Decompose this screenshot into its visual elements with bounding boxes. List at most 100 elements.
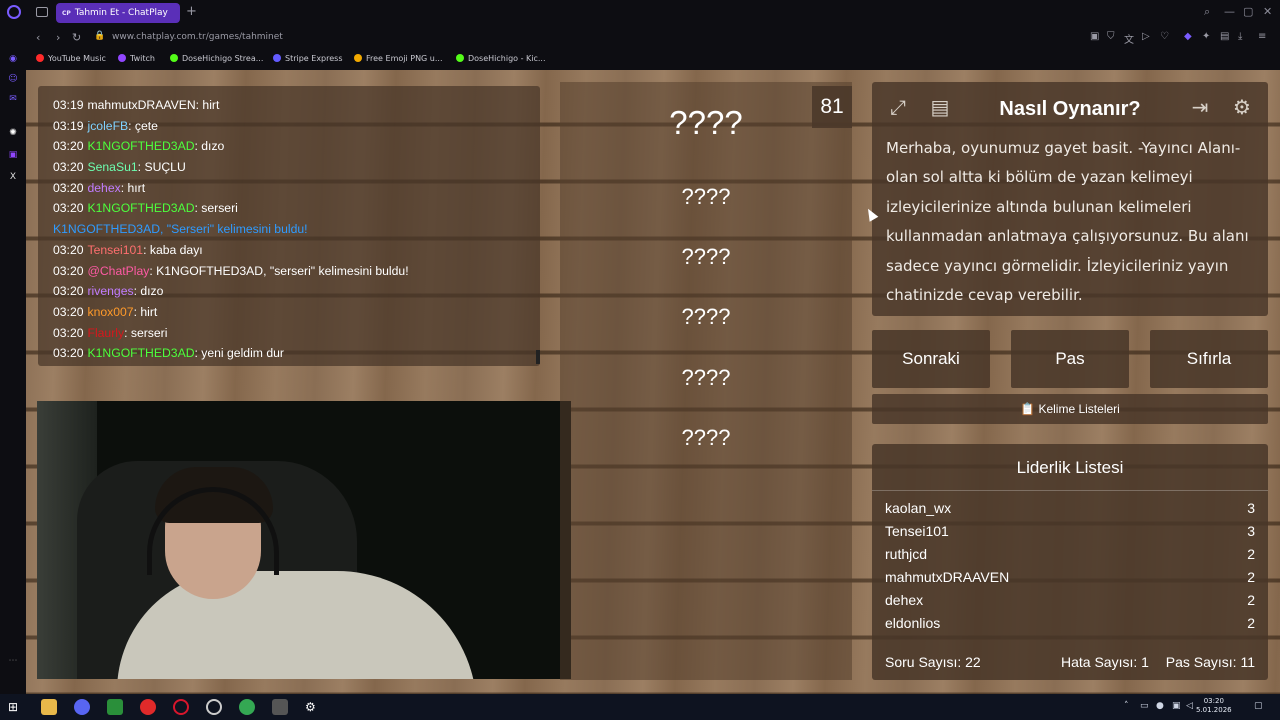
leaderboard-row: Tensei101 3 [885,523,1255,546]
search-icon[interactable]: ⌕ [1204,5,1210,19]
emoji-icon [354,54,362,62]
tray-mic-icon[interactable]: ● [1156,701,1164,711]
lock-icon: 🔒 [94,31,106,41]
opera-logo-icon[interactable] [7,5,21,19]
sidebar-person-icon[interactable]: ☺ [7,74,19,86]
translate-icon[interactable]: 文 [1124,31,1134,46]
webcam-feed [37,401,571,679]
chat-text: kaba dayı [149,242,203,257]
leaderboard-score: 2 [1247,569,1255,586]
bookmark-free-emoji[interactable]: Free Emoji PNG u... [354,54,443,63]
taskbar-clock[interactable]: 03:20 5.01.2026 [1196,697,1232,715]
chat-username[interactable]: jcoleFB [88,119,129,133]
file-explorer-icon[interactable] [41,699,57,715]
sidebar-settings-icon[interactable]: ⋯ [7,656,19,668]
chrome-icon[interactable] [239,699,255,715]
chat-list: 03:19 mahmutxDRAAVEN: hirt 03:19 jcoleFB: ç… [53,98,533,366]
settings-gear-icon[interactable]: ⚙ [1226,92,1258,124]
opera-gx-icon[interactable] [173,699,189,715]
windows-start-icon[interactable]: ⊞ [8,699,24,715]
error-count: Hata Sayısı: 1 [1061,654,1149,670]
chat-username[interactable]: K1NGOFTHED3AD, "Serseri" kelimesini buld… [53,222,308,236]
chat-text: yeni geldim dur [201,346,284,361]
chat-username[interactable]: K1NGOFTHED3AD [88,201,195,215]
stripe-icon [273,54,281,62]
browser-tab-bar: CP Tahmin Et - ChatPlay + ⌕ — ▢ ✕ [0,0,1280,26]
word-lists-button[interactable]: 📋 Kelime Listeleri [872,394,1268,424]
chat-username[interactable]: Tensei101 [88,243,144,257]
chat-timestamp: 03:20 [53,180,84,195]
bookmark-stripe-express[interactable]: Stripe Express [273,54,343,63]
aria-icon[interactable]: ◆ [1184,31,1192,42]
chat-message: 03:20 dehex: hırt [53,181,533,202]
steam-icon[interactable] [206,699,222,715]
next-button[interactable]: Sonraki [872,330,990,388]
bookmark-dosehichigo-kick[interactable]: DoseHichigo - Kic... [456,54,546,63]
chat-username[interactable]: K1NGOFTHED3AD [88,139,195,153]
sidebar-x-icon[interactable]: X [7,172,19,184]
leaderboard-row: dehex 2 [885,592,1255,615]
tray-volume-icon[interactable]: ◁ [1186,701,1193,711]
reset-button[interactable]: Sıfırla [1150,330,1268,388]
chat-timestamp: 03:20 [53,201,84,216]
extensions-icon[interactable]: ✦ [1202,31,1210,42]
bookmark-twitch[interactable]: Twitch [118,54,155,63]
player-icon[interactable]: ▷ [1142,31,1150,42]
chat-message: 03:20 @ChatPlay: K1NGOFTHED3AD, "serseri"… [53,264,533,285]
chat-message: 03:19 jcoleFB: çete [53,119,533,140]
word-lists-label: Kelime Listeleri [1038,402,1120,416]
tab-title: Tahmin Et - ChatPlay [74,8,168,18]
chat-username[interactable]: @ChatPlay [88,264,150,278]
new-tab-icon[interactable]: + [186,4,197,19]
word-panel: 81 ???? ???? ???? ???? ???? ???? [560,82,852,680]
chat-username[interactable]: rivenges [88,284,134,298]
heart-icon[interactable]: ♡ [1160,31,1169,42]
back-icon[interactable]: ‹ [36,31,40,44]
shield-icon[interactable]: ⛉ [1107,31,1115,42]
chat-username[interactable]: mahmutxDRAAVEN [88,98,196,112]
obs-icon[interactable] [107,699,123,715]
sidebar-messenger-icon[interactable]: ✉ [7,94,19,106]
browser-tab-active[interactable]: CP Tahmin Et - ChatPlay [56,3,180,23]
chat-message: 03:20 K1NGOFTHED3AD: dızo [53,139,533,160]
chat-timestamp: 03:20 [53,284,84,299]
chat-username[interactable]: SenaSu1 [88,160,138,174]
tray-network-icon[interactable]: ▣ [1172,701,1181,711]
chat-box: 03:19 mahmutxDRAAVEN: hirt 03:19 jcoleFB: ç… [38,86,540,366]
pass-count: Pas Sayısı: 11 [1165,654,1255,670]
tray-battery-icon[interactable]: ▭ [1140,701,1149,711]
chat-username[interactable]: dehex [88,181,121,195]
close-icon[interactable]: ✕ [1263,5,1272,18]
url-field[interactable]: www.chatplay.com.tr/games/tahminet [112,32,283,42]
sidebar-twitch-icon[interactable]: ▣ [7,150,19,162]
bookmark-youtube-music[interactable]: YouTube Music [36,54,106,63]
bookmarks-bar: YouTube Music Twitch DoseHichigo Strea..… [26,50,1280,70]
discord-icon[interactable] [74,699,90,715]
download-icon[interactable]: ⤓ [1238,31,1242,42]
chat-scrollbar[interactable] [536,350,540,364]
media-player-icon[interactable] [140,699,156,715]
wallet-icon[interactable]: ▤ [1220,31,1229,42]
pass-button[interactable]: Pas [1011,330,1129,388]
chat-message: 03:20 SenaSu1: SUÇLU [53,160,533,181]
notifications-icon[interactable]: ▢ [1254,701,1263,711]
menu-icon[interactable]: ≡ [1258,31,1266,42]
bookmark-dosehichigo-stream[interactable]: DoseHichigo Strea... [170,54,263,63]
chat-timestamp: 03:19 [53,98,84,112]
settings-icon[interactable]: ⚙ [305,699,321,715]
app-icon[interactable] [272,699,288,715]
forward-icon[interactable]: › [56,31,60,44]
sidebar-chatgpt-icon[interactable]: ✺ [7,128,19,140]
exit-icon[interactable]: ⇥ [1184,92,1216,124]
forbidden-word-1: ???? [681,184,731,209]
chat-username[interactable]: knox007 [88,305,134,319]
chat-username[interactable]: K1NGOFTHED3AD [88,346,195,360]
tray-chevron-icon[interactable]: ˄ [1124,701,1129,711]
minimize-icon[interactable]: — [1224,5,1235,18]
chat-username[interactable]: Flaurly [88,326,125,340]
sidebar-aria-icon[interactable]: ◉ [7,54,19,66]
snapshot-icon[interactable]: ▣ [1090,31,1099,42]
workspaces-icon[interactable] [36,7,48,17]
reload-icon[interactable]: ↻ [72,31,81,44]
maximize-icon[interactable]: ▢ [1243,5,1253,18]
